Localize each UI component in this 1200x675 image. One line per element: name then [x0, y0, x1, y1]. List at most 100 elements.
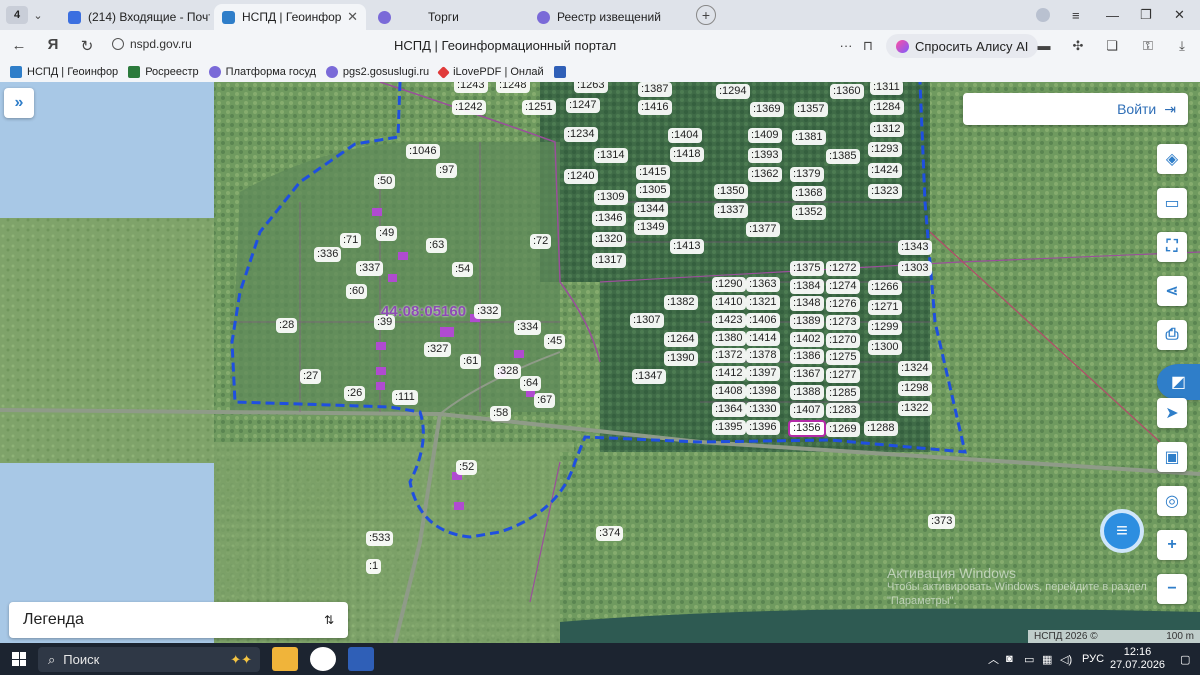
parcel-label[interactable]: :1311: [870, 82, 903, 95]
more-icon[interactable]: ···: [838, 38, 854, 54]
tab-torgi[interactable]: Торги: [370, 4, 525, 30]
expand-panel-button[interactable]: »: [4, 88, 34, 118]
parcel-label[interactable]: :1266: [868, 280, 902, 295]
parcel-label[interactable]: :1314: [594, 148, 628, 163]
new-tab-button[interactable]: +: [696, 5, 716, 25]
parcel-label[interactable]: :1270: [826, 333, 860, 348]
parcel-label[interactable]: :1294: [716, 84, 750, 99]
parcel-label[interactable]: :67: [534, 393, 556, 408]
parcel-label[interactable]: :1408: [712, 384, 746, 399]
parcel-label[interactable]: :60: [346, 284, 368, 299]
parcel-label[interactable]: :327: [424, 342, 452, 357]
minimize-icon[interactable]: —: [1106, 0, 1119, 30]
parcel-label[interactable]: :1272: [826, 261, 860, 276]
battery-icon[interactable]: ▭: [1024, 643, 1034, 675]
parcel-label[interactable]: :1350: [714, 184, 748, 199]
parcel-label[interactable]: :1343: [898, 240, 932, 255]
parcel-label[interactable]: :1369: [750, 102, 784, 117]
parcel-label[interactable]: :1386: [790, 349, 824, 364]
parcel-label[interactable]: :1320: [592, 232, 626, 247]
notifications-icon[interactable]: ▢: [1180, 643, 1190, 675]
parcel-label[interactable]: :1276: [826, 297, 860, 312]
parcel-label[interactable]: :328: [494, 364, 522, 379]
parcel-label[interactable]: :1277: [826, 368, 860, 383]
parcel-label[interactable]: :1321: [746, 295, 780, 310]
parcel-label[interactable]: :1389: [790, 314, 824, 329]
word-icon[interactable]: [348, 647, 374, 671]
parcel-label[interactable]: :1387: [638, 82, 672, 97]
parcel-label[interactable]: :58: [490, 406, 512, 421]
parcel-label[interactable]: :1381: [792, 130, 826, 145]
yandex-browser-icon[interactable]: [310, 647, 336, 671]
window-close-icon[interactable]: ✕: [1174, 0, 1185, 30]
parcel-label[interactable]: :1423: [712, 313, 746, 328]
file-explorer-icon[interactable]: [272, 647, 298, 671]
menu-icon[interactable]: ≡: [1072, 0, 1080, 30]
parcel-label[interactable]: :1382: [664, 295, 698, 310]
parcel-label[interactable]: :1305: [636, 183, 670, 198]
parcel-label[interactable]: :1283: [826, 403, 860, 418]
parcel-label[interactable]: :64: [520, 376, 542, 391]
parcel-label[interactable]: :50: [374, 174, 396, 189]
parcel-label[interactable]: :1414: [746, 331, 780, 346]
parcel-label[interactable]: :63: [426, 238, 448, 253]
parcel-label[interactable]: :337: [356, 261, 384, 276]
minimap-icon[interactable]: ▣: [1157, 442, 1187, 472]
tray-chevron-icon[interactable]: ︿: [988, 643, 999, 675]
parcel-label[interactable]: :1309: [594, 190, 628, 205]
parcel-label[interactable]: :1413: [670, 239, 704, 254]
parcel-label[interactable]: :1046: [406, 144, 440, 159]
parcel-label[interactable]: :1264: [664, 332, 698, 347]
parcel-label[interactable]: :1273: [826, 315, 860, 330]
parcel-label[interactable]: :61: [460, 354, 482, 369]
chat-button[interactable]: ≡: [1100, 509, 1144, 553]
zoom-in-button[interactable]: +: [1157, 530, 1187, 560]
network-icon[interactable]: ▦: [1042, 643, 1052, 675]
parcel-label[interactable]: :1323: [868, 184, 902, 199]
parcel-label[interactable]: :1303: [898, 261, 932, 276]
hat-icon[interactable]: ▬: [1036, 38, 1052, 54]
parcel-label[interactable]: :1415: [636, 165, 670, 180]
clock[interactable]: 12:16 27.07.2026: [1110, 643, 1165, 675]
ruler-icon[interactable]: ▭: [1157, 188, 1187, 218]
map-viewport[interactable]: :1263:1243:1248:1242:1251:1247:1387:1416…: [0, 82, 1200, 643]
parcel-label[interactable]: :1337: [714, 203, 748, 218]
cadastral-quarter-label[interactable]: 44:08:05160: [378, 304, 469, 319]
parcel-label[interactable]: :1330: [746, 402, 780, 417]
parcel-label[interactable]: :1348: [790, 296, 824, 311]
parcel-label[interactable]: :1242: [452, 100, 486, 115]
locate-icon[interactable]: ◎: [1157, 486, 1187, 516]
parcel-label[interactable]: :1240: [564, 169, 598, 184]
parcel-label[interactable]: :1349: [634, 220, 668, 235]
parcel-label[interactable]: :52: [456, 460, 478, 475]
login-button[interactable]: Войти ⇥: [963, 93, 1188, 125]
parcel-label[interactable]: :1398: [746, 384, 780, 399]
profile-icon[interactable]: [1036, 0, 1050, 30]
parcel-label[interactable]: :1404: [668, 128, 702, 143]
parcel-label[interactable]: :111: [392, 390, 418, 405]
tab-registry[interactable]: Реестр извещений: [529, 4, 684, 30]
share-icon[interactable]: ⋖: [1157, 276, 1187, 306]
parcel-label[interactable]: :1410: [712, 295, 746, 310]
parcel-label[interactable]: :1285: [826, 386, 860, 401]
parcel-label[interactable]: :373: [928, 514, 956, 529]
parcel-label[interactable]: :72: [530, 234, 552, 249]
zoom-out-button[interactable]: −: [1157, 574, 1187, 604]
parcel-label[interactable]: :1248: [496, 82, 530, 93]
parcel-label[interactable]: :1424: [868, 163, 902, 178]
navigate-icon[interactable]: ➤: [1157, 398, 1187, 428]
password-icon[interactable]: ⚿: [1140, 38, 1156, 54]
print-icon[interactable]: ⎙: [1157, 320, 1187, 350]
parcel-label[interactable]: :1284: [870, 100, 904, 115]
parcel-label[interactable]: :28: [276, 318, 298, 333]
bookmark-platform[interactable]: Платформа госуд: [208, 66, 316, 78]
parcel-label[interactable]: :1243: [454, 82, 488, 93]
parcel-label[interactable]: :1406: [746, 313, 780, 328]
yandex-icon[interactable]: Я: [40, 36, 66, 53]
parcel-label[interactable]: :1263: [574, 82, 608, 93]
parcel-label[interactable]: :1360: [830, 84, 864, 99]
select-area-icon[interactable]: ⛶: [1157, 232, 1187, 262]
parcel-label[interactable]: :1271: [868, 300, 902, 315]
close-icon[interactable]: ✕: [347, 9, 358, 25]
parcel-label[interactable]: :45: [544, 334, 566, 349]
